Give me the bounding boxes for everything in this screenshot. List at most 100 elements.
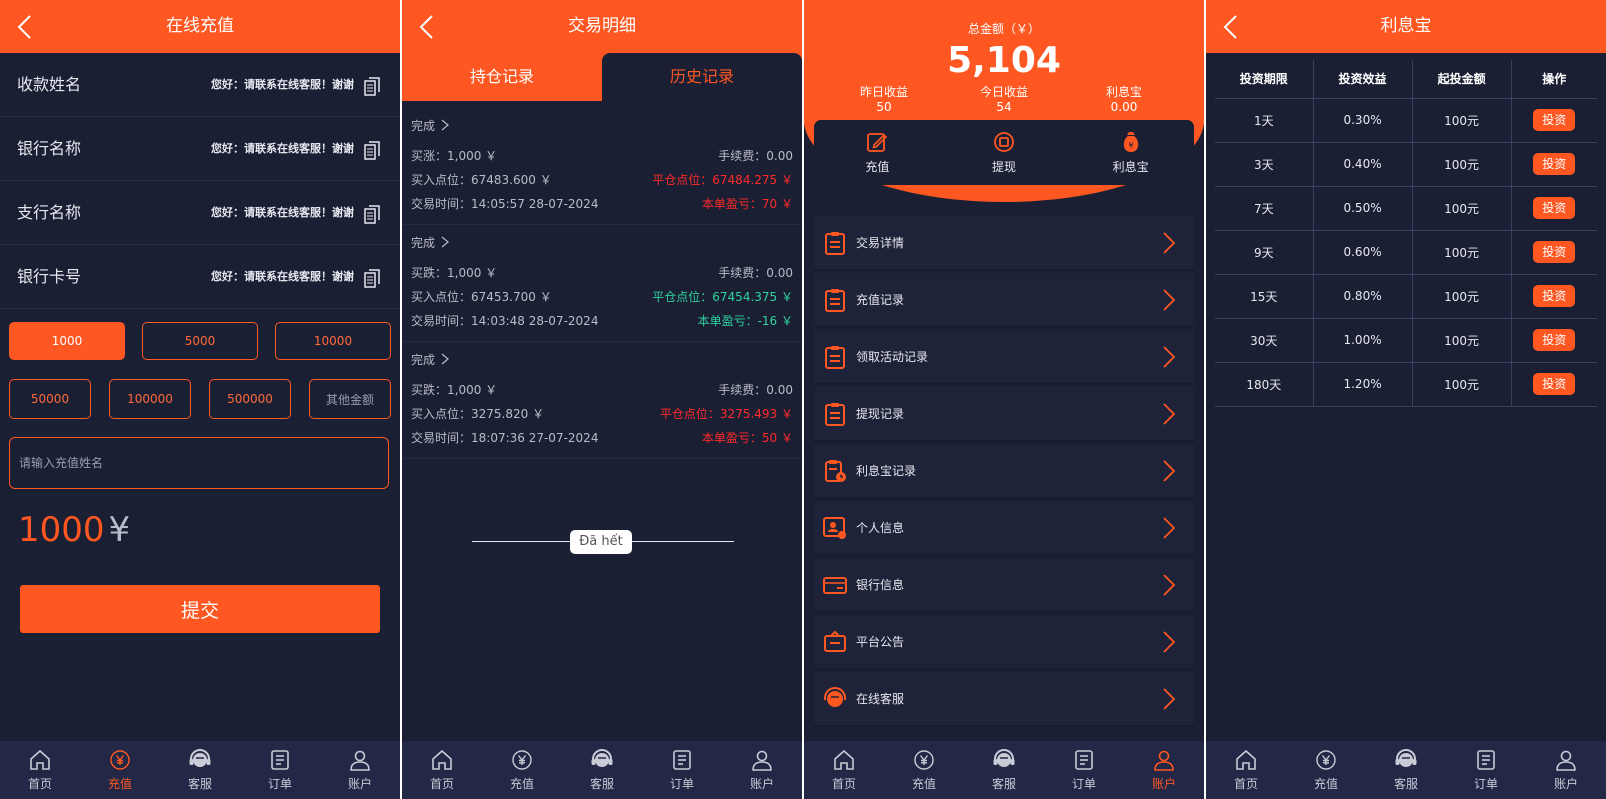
invest-button[interactable]: 投资 [1533, 109, 1576, 131]
tab-recharge[interactable]: 充值 [482, 741, 562, 799]
trade-status: 完成 [411, 117, 449, 134]
menu-item-announcements[interactable]: 平台公告 [814, 615, 1194, 670]
tab-home[interactable]: 首页 [1206, 741, 1286, 799]
announcement-icon [824, 630, 846, 652]
trade-direction: 买跌：1,000 ￥ [411, 383, 498, 397]
cell-min: 100元 [1411, 185, 1512, 231]
copy-icon[interactable] [364, 141, 380, 160]
yuan-coin-icon [512, 750, 532, 770]
tab-account[interactable]: 账户 [320, 741, 400, 799]
amount-option-other[interactable]: 其他金额 [309, 379, 391, 419]
table-row: 15天 0.80% 100元 投资 [1215, 273, 1597, 319]
invest-button[interactable]: 投资 [1533, 153, 1576, 175]
tab-history[interactable]: 历史记录 [602, 53, 802, 101]
invest-button[interactable]: 投资 [1533, 197, 1576, 219]
tab-recharge[interactable]: 充值 [80, 741, 160, 799]
row-label: 银行名称 [17, 139, 82, 158]
cell-term: 180天 [1215, 361, 1314, 407]
chevron-right-icon [1163, 289, 1176, 311]
menu-item-withdraw-records[interactable]: 提现记录 [814, 387, 1194, 442]
copy-icon[interactable] [364, 77, 380, 96]
tab-recharge[interactable]: 充值 [1286, 741, 1366, 799]
yuan-coin-icon [1316, 750, 1336, 770]
cell-min: 100元 [1411, 317, 1512, 363]
amount-option-1000[interactable]: 1000 [9, 322, 125, 360]
tab-label: 首页 [27, 777, 52, 791]
amount-option-10000[interactable]: 10000 [275, 322, 391, 360]
tab-label: 充值 [911, 777, 936, 791]
menu-item-trade-detail[interactable]: 交易详情 [814, 216, 1194, 271]
tab-label: 订单 [1071, 777, 1096, 791]
table-row: 7天 0.50% 100元 投资 [1215, 185, 1597, 231]
action-withdraw[interactable]: 提现 [941, 120, 1068, 185]
menu-label: 个人信息 [856, 521, 905, 535]
trade-fee: 手续费：0.00 [718, 266, 793, 280]
action-interest[interactable]: ¥ 利息宝 [1067, 120, 1194, 185]
stat-label: 利息宝 [1105, 85, 1142, 99]
invest-button[interactable]: 投资 [1533, 241, 1576, 263]
trade-record[interactable]: 完成 买跌：1,000 ￥ 手续费：0.00 买入点位：3275.820 ￥ 平… [402, 341, 802, 459]
trade-time: 交易时间：18:07:36 27-07-2024 [411, 431, 599, 445]
cell-action: 投资 [1510, 273, 1597, 319]
amount-option-500000[interactable]: 500000 [209, 379, 291, 419]
cell-min: 100元 [1411, 361, 1512, 407]
trade-record[interactable]: 完成 买涨：1,000 ￥ 手续费：0.00 买入点位：67483.600 ￥ … [402, 107, 802, 225]
tab-orders[interactable]: 订单 [1044, 741, 1124, 799]
page-title: 利息宝 [1380, 16, 1432, 36]
back-button[interactable] [412, 0, 442, 53]
menu-item-personal-info[interactable]: 个人信息 [814, 501, 1194, 556]
back-button[interactable] [1216, 0, 1246, 53]
tab-home[interactable]: 首页 [402, 741, 482, 799]
amount-option-100000[interactable]: 100000 [109, 379, 191, 419]
account-screen: 总金额（￥） 5,104 昨日收益 50 今日收益 54 利息宝 0.00 充值… [804, 0, 1204, 799]
clipboard-clock-icon [825, 460, 846, 482]
menu-item-activity-records[interactable]: 领取活动记录 [814, 330, 1194, 385]
cell-term: 30天 [1215, 317, 1314, 363]
menu-item-recharge-records[interactable]: 充值记录 [814, 273, 1194, 328]
tab-service[interactable]: 客服 [562, 741, 642, 799]
copy-icon[interactable] [364, 205, 380, 224]
action-recharge[interactable]: 充值 [814, 120, 941, 185]
tab-home[interactable]: 首页 [0, 741, 80, 799]
menu-item-bank-info[interactable]: 银行信息 [814, 558, 1194, 613]
trade-time: 交易时间：14:05:57 28-07-2024 [411, 197, 599, 211]
cell-rate: 0.80% [1312, 273, 1413, 319]
amount-option-5000[interactable]: 5000 [142, 322, 258, 360]
home-icon [432, 749, 452, 770]
amount-option-50000[interactable]: 50000 [9, 379, 91, 419]
invest-button[interactable]: 投资 [1533, 285, 1576, 307]
tab-account[interactable]: 账户 [722, 741, 802, 799]
trade-buy-point: 买入点位：67483.600 ￥ [411, 173, 552, 187]
menu-label: 平台公告 [856, 635, 905, 649]
chevron-right-icon [1163, 460, 1176, 482]
invest-button[interactable]: 投资 [1533, 373, 1576, 395]
trade-fee: 手续费：0.00 [718, 383, 793, 397]
tab-home[interactable]: 首页 [804, 741, 884, 799]
back-button[interactable] [10, 0, 40, 53]
action-label: 提现 [992, 159, 1017, 174]
row-value: 您好：请联系在线客服！谢谢 [211, 206, 354, 219]
trade-record[interactable]: 完成 买跌：1,000 ￥ 手续费：0.00 买入点位：67453.700 ￥ … [402, 224, 802, 342]
row-label: 支行名称 [17, 203, 82, 222]
tab-service[interactable]: 客服 [1366, 741, 1446, 799]
submit-button[interactable]: 提交 [20, 585, 380, 633]
menu-item-online-service[interactable]: 在线客服 [814, 672, 1194, 727]
tab-recharge[interactable]: 充值 [884, 741, 964, 799]
tab-account[interactable]: 账户 [1124, 741, 1204, 799]
tab-orders[interactable]: 订单 [240, 741, 320, 799]
tab-service[interactable]: 客服 [964, 741, 1044, 799]
tab-account[interactable]: 账户 [1526, 741, 1606, 799]
tab-positions[interactable]: 持仓记录 [402, 53, 602, 101]
user-icon [1154, 750, 1174, 771]
user-icon [1556, 750, 1576, 771]
trade-pnl: 本单盈亏：70 ￥ [701, 197, 793, 211]
copy-icon[interactable] [364, 269, 380, 288]
invest-button[interactable]: 投资 [1533, 329, 1576, 351]
tab-orders[interactable]: 订单 [642, 741, 722, 799]
table-row: 9天 0.60% 100元 投资 [1215, 229, 1597, 275]
menu-item-interest-records[interactable]: 利息宝记录 [814, 444, 1194, 499]
tab-service[interactable]: 客服 [160, 741, 240, 799]
recharge-name-input[interactable] [9, 437, 389, 489]
tab-orders[interactable]: 订单 [1446, 741, 1526, 799]
chevron-right-icon [441, 353, 449, 365]
